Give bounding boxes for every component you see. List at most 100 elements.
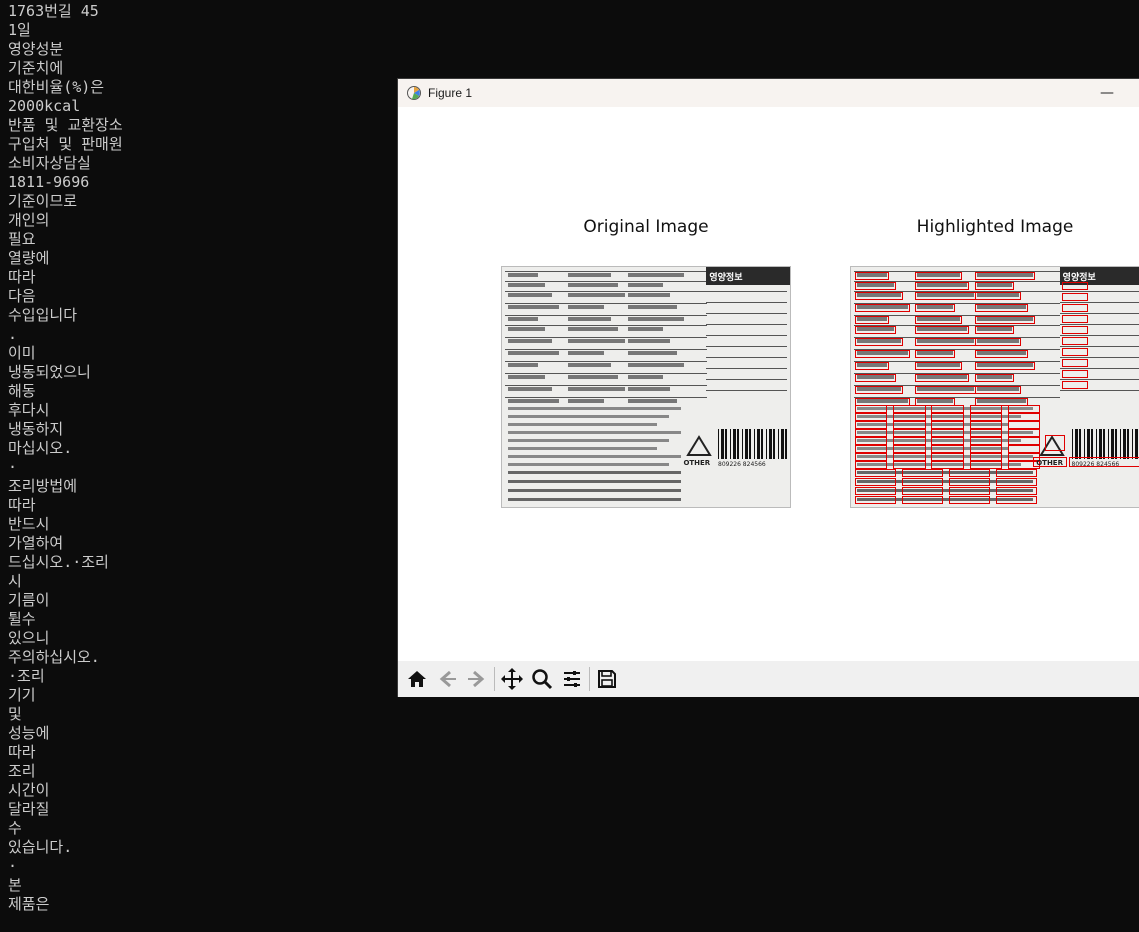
- label-text-block: [508, 317, 538, 321]
- ocr-highlight-box: [855, 282, 896, 290]
- ocr-highlight-box: [915, 386, 976, 394]
- terminal-line: 및: [8, 705, 22, 723]
- ocr-highlight-box: [893, 453, 926, 461]
- right-axes-title: Highlighted Image: [916, 217, 1074, 237]
- ocr-highlight-box: [855, 304, 910, 312]
- ocr-highlight-box: [855, 461, 888, 469]
- nutrition-row-rule: [706, 324, 788, 325]
- back-button[interactable]: [432, 664, 462, 694]
- label-paragraph-line: [508, 463, 669, 466]
- minimize-icon: —: [1100, 85, 1114, 101]
- ocr-highlight-box: [969, 461, 1002, 469]
- label-text-block: [508, 363, 538, 367]
- figure-canvas[interactable]: Original Image Highlighted Image 영양정보 OTH…: [398, 107, 1139, 661]
- minimize-button[interactable]: —: [1084, 79, 1130, 107]
- ocr-highlight-box: [931, 405, 964, 413]
- terminal-line: .: [8, 325, 18, 343]
- ocr-highlight-box: [855, 405, 888, 413]
- label-text-block: [568, 387, 625, 391]
- left-axes-title: Original Image: [583, 217, 709, 237]
- recycle-icon: [686, 435, 713, 456]
- label-text-block: [628, 293, 670, 297]
- ocr-highlight-box: [855, 316, 889, 324]
- ocr-highlight-box: [949, 487, 991, 495]
- ocr-highlight-box: [996, 496, 1038, 504]
- ocr-highlight-box: [949, 496, 991, 504]
- save-button[interactable]: [592, 664, 622, 694]
- window-titlebar[interactable]: Figure 1 —: [398, 79, 1139, 107]
- terminal-line: 수: [8, 819, 22, 837]
- label-text-block: [628, 399, 677, 403]
- terminal-line: 후다시: [8, 401, 50, 419]
- figure-window[interactable]: Figure 1 — Original Image Highlighted Im…: [397, 78, 1139, 697]
- label-text-block: [628, 317, 684, 321]
- label-text-block: [628, 339, 670, 343]
- ocr-highlight-box: [893, 413, 926, 421]
- label-text-block: [508, 327, 545, 331]
- label-text-block: [628, 327, 663, 331]
- terminal-line: 드십시오.·조리: [8, 553, 109, 571]
- label-text-block: [508, 339, 552, 343]
- ocr-highlight-box: [969, 429, 1002, 437]
- label-table-rule: [505, 361, 707, 362]
- terminal-line: ·조리: [8, 667, 45, 685]
- pan-button[interactable]: [497, 664, 527, 694]
- ocr-highlight-box: [1007, 413, 1041, 421]
- ocr-highlight-box: [893, 429, 926, 437]
- label-paragraph-line: [508, 455, 681, 458]
- ocr-highlight-box: [1033, 457, 1068, 467]
- terminal-line: 1일: [8, 21, 31, 39]
- ocr-highlight-box: [931, 413, 964, 421]
- terminal-line: 2000kcal: [8, 97, 81, 115]
- ocr-highlight-box: [969, 445, 1002, 453]
- ocr-highlight-box: [949, 478, 991, 486]
- ocr-highlight-box: [855, 487, 897, 495]
- ocr-highlight-box: [855, 421, 888, 429]
- ocr-highlight-box: [915, 316, 962, 324]
- ocr-highlight-box: [915, 362, 962, 370]
- ocr-highlight-box: [1007, 405, 1041, 413]
- ocr-highlight-box: [969, 437, 1002, 445]
- nutrition-header-label: 영양정보: [709, 273, 743, 283]
- label-paragraph-line: [508, 447, 657, 450]
- window-title: Figure 1: [428, 86, 473, 100]
- ocr-highlight-box: [931, 421, 964, 429]
- ocr-highlight-box: [975, 350, 1028, 358]
- label-table-rule: [505, 303, 707, 304]
- ocr-highlight-box: [931, 429, 964, 437]
- ocr-highlight-box: [902, 496, 944, 504]
- label-text-block: [508, 305, 559, 309]
- ocr-highlight-box: [1061, 315, 1088, 323]
- terminal-line: 마십시오.: [8, 439, 73, 457]
- label-paragraph-line: [508, 439, 669, 442]
- ocr-highlight-box: [969, 453, 1002, 461]
- ocr-highlight-box: [1061, 304, 1088, 312]
- ocr-highlight-box: [975, 272, 1035, 280]
- ocr-highlight-box: [931, 445, 964, 453]
- label-text-block: [568, 293, 625, 297]
- terminal-line: 필요: [8, 230, 36, 248]
- home-button[interactable]: [402, 664, 432, 694]
- zoom-button[interactable]: [527, 664, 557, 694]
- ocr-highlight-box: [996, 478, 1038, 486]
- nutrition-row-rule: [706, 302, 788, 303]
- forward-button[interactable]: [462, 664, 492, 694]
- ocr-highlight-box: [855, 437, 888, 445]
- label-text-block: [568, 339, 625, 343]
- terminal-line: 있습니다.: [8, 838, 73, 856]
- label-table-rule: [505, 397, 707, 398]
- label-text-block: [628, 351, 677, 355]
- nutrition-row-rule: [1059, 390, 1139, 391]
- configure-button[interactable]: [557, 664, 587, 694]
- ocr-highlight-box: [975, 338, 1021, 346]
- terminal-line: 기기: [8, 686, 36, 704]
- barcode: [1071, 429, 1139, 459]
- ocr-highlight-box: [855, 292, 903, 300]
- ocr-highlight-box: [975, 316, 1035, 324]
- terminal-line: 대한비율(%)은: [8, 78, 105, 96]
- ocr-highlight-box: [915, 304, 955, 312]
- matplotlib-icon: [407, 86, 421, 100]
- terminal-line: 튈수: [8, 610, 36, 628]
- ocr-highlight-box: [1061, 326, 1088, 334]
- ocr-highlight-box: [1061, 337, 1088, 345]
